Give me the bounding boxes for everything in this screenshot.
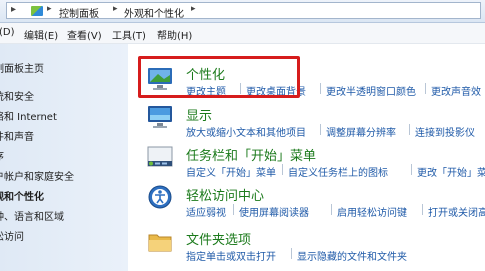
link-change-start-menu[interactable]: 更改「开始」菜单: [417, 164, 485, 179]
link-turn-on-easy-access-keys[interactable]: 启用轻松访问键: [337, 204, 407, 219]
ease-of-access-icon[interactable]: [146, 184, 174, 210]
highlight-box: [138, 56, 300, 98]
link-separator: [409, 124, 410, 135]
sidebar-item-programs[interactable]: 序: [0, 148, 4, 163]
menu-tools[interactable]: 工具(T): [112, 27, 146, 42]
link-separator: [422, 204, 423, 215]
sidebar: 制面板主页 统和安全 络和 Internet 件和声音 序 户帐户和家庭安全 观…: [0, 44, 128, 271]
link-single-or-double-click[interactable]: 指定单击或双击打开: [186, 248, 276, 263]
menu-file[interactable]: (D): [0, 27, 15, 38]
breadcrumb-separator-icon[interactable]: ▸: [47, 4, 52, 14]
link-separator: [233, 204, 234, 215]
control-panel-icon: [31, 6, 43, 16]
menu-help[interactable]: 帮助(H): [157, 27, 192, 42]
address-bar: ▸ ▸ 控制面板 ▸ 外观和个性化 ▸: [0, 0, 485, 23]
taskbar-icon[interactable]: [146, 144, 174, 170]
sidebar-item-hardware-sound[interactable]: 件和声音: [0, 128, 34, 143]
address-box[interactable]: ▸ ▸ 控制面板 ▸ 外观和个性化 ▸: [6, 2, 481, 20]
breadcrumb-control-panel[interactable]: 控制面板: [59, 5, 99, 20]
link-separator: [425, 83, 426, 94]
link-connect-projector[interactable]: 连接到投影仪: [415, 124, 475, 139]
dropdown-arrow-icon[interactable]: ▸: [11, 4, 16, 15]
link-resize-text[interactable]: 放大或缩小文本和其他项目: [186, 124, 306, 139]
link-change-window-color[interactable]: 更改半透明窗口颜色: [326, 83, 416, 98]
menu-view[interactable]: 查看(V): [67, 27, 102, 42]
sidebar-item-clock-language[interactable]: 钟、语言和区域: [0, 208, 64, 223]
display-title[interactable]: 显示: [186, 105, 212, 124]
link-separator: [320, 124, 321, 135]
sidebar-item-user-accounts[interactable]: 户帐户和家庭安全: [0, 168, 74, 183]
breadcrumb-separator-icon[interactable]: ▸: [191, 4, 196, 14]
link-use-screen-reader[interactable]: 使用屏幕阅读器: [239, 204, 309, 219]
link-change-sounds[interactable]: 更改声音效: [431, 83, 481, 98]
sidebar-item-system-security[interactable]: 统和安全: [0, 88, 34, 103]
sidebar-item-network[interactable]: 络和 Internet: [0, 108, 57, 123]
display-icon[interactable]: [146, 104, 174, 130]
link-customize-start-menu[interactable]: 自定义「开始」菜单: [186, 164, 276, 179]
sidebar-item-home[interactable]: 制面板主页: [0, 60, 44, 75]
link-show-hidden-files[interactable]: 显示隐藏的文件和文件夹: [297, 248, 407, 263]
link-adjust-resolution[interactable]: 调整屏幕分辨率: [326, 124, 396, 139]
breadcrumb-appearance[interactable]: 外观和个性化: [124, 5, 184, 20]
taskbar-title[interactable]: 任务栏和「开始」菜单: [186, 145, 316, 164]
link-separator: [282, 164, 283, 175]
link-separator: [291, 248, 292, 259]
menu-edit[interactable]: 编辑(E): [24, 27, 58, 42]
link-accommodate-low-vision[interactable]: 适应弱视: [186, 204, 226, 219]
menu-bar: (D) 编辑(E) 查看(V) 工具(T) 帮助(H): [0, 23, 485, 44]
link-high-contrast[interactable]: 打开或关闭高: [428, 204, 485, 219]
sidebar-item-ease-of-access[interactable]: 松访问: [0, 228, 24, 243]
folder-options-icon[interactable]: [146, 228, 174, 254]
breadcrumb-separator-icon[interactable]: ▸: [113, 4, 118, 14]
link-separator: [320, 83, 321, 94]
link-separator: [331, 204, 332, 215]
folder-options-title[interactable]: 文件夹选项: [186, 229, 251, 248]
link-customize-taskbar-icons[interactable]: 自定义任务栏上的图标: [288, 164, 388, 179]
sidebar-item-appearance[interactable]: 观和个性化: [0, 188, 44, 203]
link-separator: [411, 164, 412, 175]
ease-of-access-title[interactable]: 轻松访问中心: [186, 185, 264, 204]
